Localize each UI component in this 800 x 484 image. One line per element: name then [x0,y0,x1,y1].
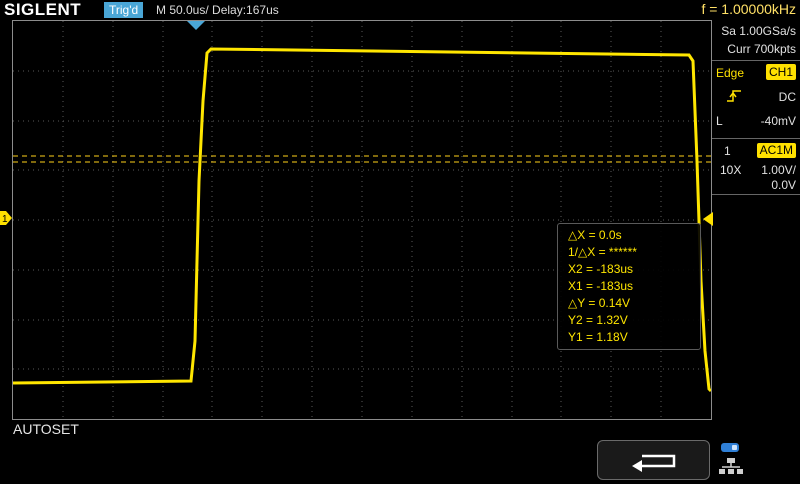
return-arrow-icon [632,454,676,472]
back-button[interactable] [597,440,710,480]
trigger-level-label: L [716,114,723,128]
top-status-bar: SIGLENT Trig'd M 50.0us/ Delay:167us f =… [0,0,800,20]
memory-depth: Curr 700kpts [727,42,796,56]
cursor-x1: X1 = -183us [568,279,634,293]
brand-logo: SIGLENT [4,0,82,19]
right-info-panel: Sa 1.00GSa/s Curr 700kpts Edge CH1 DC L … [712,20,800,480]
cursor-x2: X2 = -183us [568,262,634,276]
network-icon[interactable] [717,440,747,476]
graticule [13,21,711,419]
trigger-type[interactable]: Edge [716,66,744,80]
ch1-offset[interactable]: 0.0V [771,178,796,192]
svg-text:1: 1 [2,214,8,225]
ch1-ground-marker[interactable]: 1 [0,211,12,230]
ch1-coupling-badge[interactable]: AC1M [756,143,796,158]
trigger-source-badge[interactable]: CH1 [766,64,796,80]
waveform-grid[interactable] [12,20,712,420]
delta-y: △Y = 0.14V [568,296,631,310]
trigger-position-icon [187,21,205,30]
divider [712,60,800,61]
frequency-readout: f = 1.00000kHz [701,1,796,17]
trigger-position-marker[interactable] [187,18,205,36]
waveform-svg [13,21,711,419]
ch1-probe[interactable]: 10X [720,163,741,177]
cursor-y1: Y1 = 1.18V [568,330,628,344]
trigger-coupling[interactable]: DC [779,90,796,104]
inverse-delta-x: 1/△X = ****** [568,245,637,259]
divider [712,194,800,195]
sample-rate: Sa 1.00GSa/s [721,24,796,38]
cursor-measurement-box: △X = 0.0s 1/△X = ****** X2 = -183us X1 =… [557,223,701,350]
cursor-y2: Y2 = 1.32V [568,313,628,327]
delta-x: △X = 0.0s [568,228,622,242]
ch1-marker-icon: 1 [0,211,12,225]
trigger-level-value[interactable]: -40mV [761,114,796,128]
rising-edge-icon[interactable] [726,88,742,107]
trigger-status-badge[interactable]: Trig'd [104,2,144,18]
status-message: AUTOSET [13,421,79,437]
channel-number: 1 [724,144,731,158]
ch1-scale[interactable]: 1.00V/ [761,163,796,177]
divider [712,138,800,139]
timebase-readout[interactable]: M 50.0us/ Delay:167us [156,3,279,17]
